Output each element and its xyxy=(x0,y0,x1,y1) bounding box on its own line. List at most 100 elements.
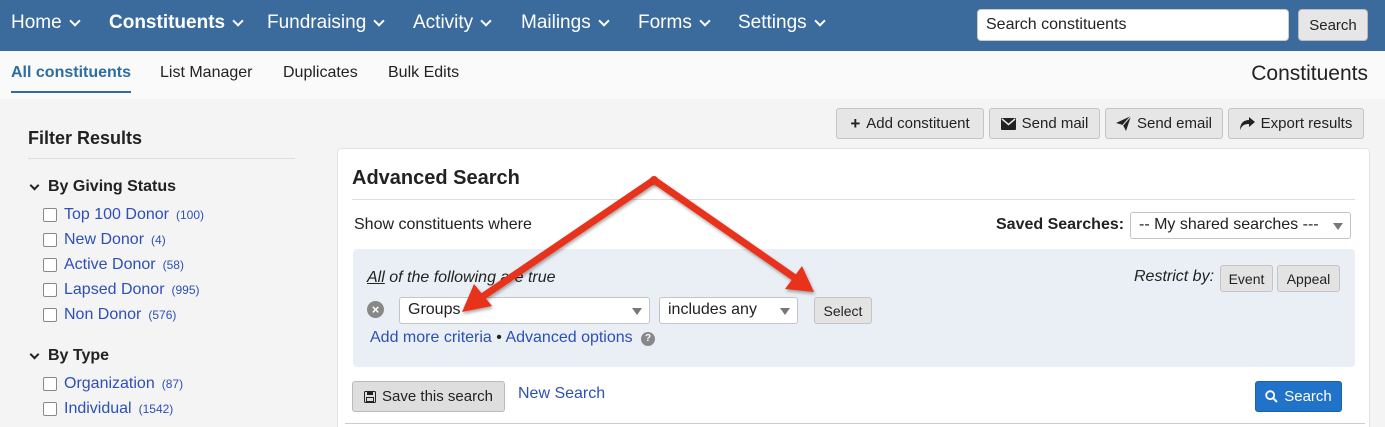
filter-item-label[interactable]: Individual xyxy=(64,400,132,418)
send-mail-label: Send mail xyxy=(1021,115,1089,132)
advanced-search-button[interactable]: Search xyxy=(1255,381,1342,412)
filter-item-lapsed-donor[interactable]: Lapsed Donor (995) xyxy=(43,281,200,299)
filter-item-count: (100) xyxy=(175,208,204,222)
criteria-select-button[interactable]: Select xyxy=(814,297,872,324)
filter-item-label[interactable]: Organization xyxy=(64,375,155,393)
filter-checkbox[interactable] xyxy=(43,402,57,416)
divider xyxy=(28,158,295,159)
help-icon[interactable]: ? xyxy=(641,332,656,346)
advanced-search-button-label: Search xyxy=(1284,388,1332,405)
plus-icon: + xyxy=(850,113,861,133)
floppy-disk-icon xyxy=(364,390,377,403)
nav-settings-label: Settings xyxy=(738,12,807,33)
nav-home-label: Home xyxy=(11,12,62,33)
show-constituents-label: Show constituents where xyxy=(354,216,532,233)
link-separator: • xyxy=(496,329,502,346)
filter-item-individual[interactable]: Individual (1542) xyxy=(43,400,173,418)
filter-item-label[interactable]: New Donor xyxy=(64,231,144,249)
divider xyxy=(345,423,1365,424)
saved-searches-label: Saved Searches: xyxy=(996,216,1125,233)
nav-activity-label: Activity xyxy=(413,12,474,33)
filter-checkbox[interactable] xyxy=(43,377,57,391)
criteria-field-value: Groups xyxy=(408,301,461,318)
criteria-field-select[interactable]: Groups xyxy=(399,297,650,324)
tab-duplicates[interactable]: Duplicates xyxy=(283,64,358,82)
filter-checkbox[interactable] xyxy=(43,208,57,222)
restrict-appeal-button[interactable]: Appeal xyxy=(1277,265,1340,292)
nav-mailings[interactable]: Mailings xyxy=(521,12,610,34)
export-results-button[interactable]: Export results xyxy=(1228,108,1364,139)
nav-constituents[interactable]: Constituents xyxy=(109,12,244,34)
nav-constituents-label: Constituents xyxy=(109,12,226,33)
filter-item-label[interactable]: Top 100 Donor xyxy=(64,206,169,224)
filter-item-new-donor[interactable]: New Donor (4) xyxy=(43,231,166,249)
add-constituent-label: Add constituent xyxy=(866,115,970,132)
filter-item-count: (576) xyxy=(148,308,177,322)
filter-group-title: By Type xyxy=(48,347,110,364)
nav-mailings-label: Mailings xyxy=(521,12,591,33)
filter-item-active-donor[interactable]: Active Donor (58) xyxy=(43,256,184,274)
top-search-button[interactable]: Search xyxy=(1298,9,1368,41)
chevron-down-icon xyxy=(29,349,40,359)
remove-criteria-icon[interactable]: × xyxy=(367,301,384,318)
sub-navigation: All constituents List Manager Duplicates… xyxy=(0,51,1385,99)
criteria-match-all-link[interactable]: All xyxy=(367,269,385,286)
add-more-criteria-link[interactable]: Add more criteria xyxy=(370,329,492,346)
filter-group-giving-status[interactable]: By Giving Status xyxy=(28,178,176,196)
send-mail-button[interactable]: Send mail xyxy=(989,108,1100,139)
filter-group-type[interactable]: By Type xyxy=(28,347,109,365)
add-constituent-button[interactable]: + Add constituent xyxy=(836,108,984,139)
chevron-down-icon xyxy=(29,180,40,190)
chevron-down-icon xyxy=(598,15,610,27)
magnifier-icon xyxy=(1265,390,1278,403)
restrict-event-button[interactable]: Event xyxy=(1220,265,1273,292)
saved-searches-value: -- My shared searches --- xyxy=(1139,216,1319,233)
nav-home[interactable]: Home xyxy=(11,12,81,34)
tab-list-manager[interactable]: List Manager xyxy=(160,64,253,82)
dropdown-arrow-icon xyxy=(1333,223,1343,230)
filter-item-organization[interactable]: Organization (87) xyxy=(43,375,183,393)
criteria-links: Add more criteria • Advanced options ? xyxy=(370,329,656,347)
paper-plane-icon xyxy=(1115,116,1131,131)
saved-searches-select[interactable]: -- My shared searches --- xyxy=(1130,212,1351,239)
chevron-down-icon xyxy=(232,15,244,27)
criteria-match-label: All of the following are true xyxy=(367,269,556,287)
filter-item-label[interactable]: Active Donor xyxy=(64,256,156,274)
nav-settings[interactable]: Settings xyxy=(738,12,826,34)
filter-item-count: (4) xyxy=(151,233,166,247)
save-search-button[interactable]: Save this search xyxy=(352,381,505,412)
criteria-match-suffix: of the following are true xyxy=(384,269,556,286)
filter-item-count: (58) xyxy=(162,258,184,272)
chevron-down-icon xyxy=(69,15,81,27)
envelope-icon xyxy=(1000,117,1016,130)
criteria-operator-select[interactable]: includes any xyxy=(659,297,798,324)
nav-forms-label: Forms xyxy=(638,12,692,33)
nav-fundraising[interactable]: Fundraising xyxy=(267,12,385,34)
nav-fundraising-label: Fundraising xyxy=(267,12,367,33)
filter-item-label[interactable]: Non Donor xyxy=(64,306,141,324)
advanced-options-link[interactable]: Advanced options xyxy=(505,329,632,346)
filter-item-label[interactable]: Lapsed Donor xyxy=(64,281,165,299)
share-icon xyxy=(1239,117,1255,130)
filter-checkbox[interactable] xyxy=(43,308,57,322)
filter-item-top-100-donor[interactable]: Top 100 Donor (100) xyxy=(43,206,204,224)
chevron-down-icon xyxy=(699,15,711,27)
filter-checkbox[interactable] xyxy=(43,258,57,272)
chevron-down-icon xyxy=(813,15,826,27)
top-navigation-bar: Home Constituents Fundraising Activity M… xyxy=(0,0,1385,51)
filter-checkbox[interactable] xyxy=(43,233,57,247)
nav-forms[interactable]: Forms xyxy=(638,12,711,34)
send-email-button[interactable]: Send email xyxy=(1105,108,1223,139)
restrict-by-label: Restrict by: xyxy=(1134,268,1215,285)
tab-all-constituents[interactable]: All constituents xyxy=(11,64,132,93)
filter-item-count: (87) xyxy=(161,377,184,391)
constituent-search-input[interactable] xyxy=(977,9,1289,41)
new-search-link[interactable]: New Search xyxy=(518,385,605,403)
filter-checkbox[interactable] xyxy=(43,283,57,297)
criteria-operator-value: includes any xyxy=(668,301,757,318)
dropdown-arrow-icon xyxy=(780,308,790,315)
tab-bulk-edits[interactable]: Bulk Edits xyxy=(388,64,459,82)
filter-item-non-donor[interactable]: Non Donor (576) xyxy=(43,306,176,324)
nav-activity[interactable]: Activity xyxy=(413,12,492,34)
filter-group-title: By Giving Status xyxy=(48,178,177,195)
